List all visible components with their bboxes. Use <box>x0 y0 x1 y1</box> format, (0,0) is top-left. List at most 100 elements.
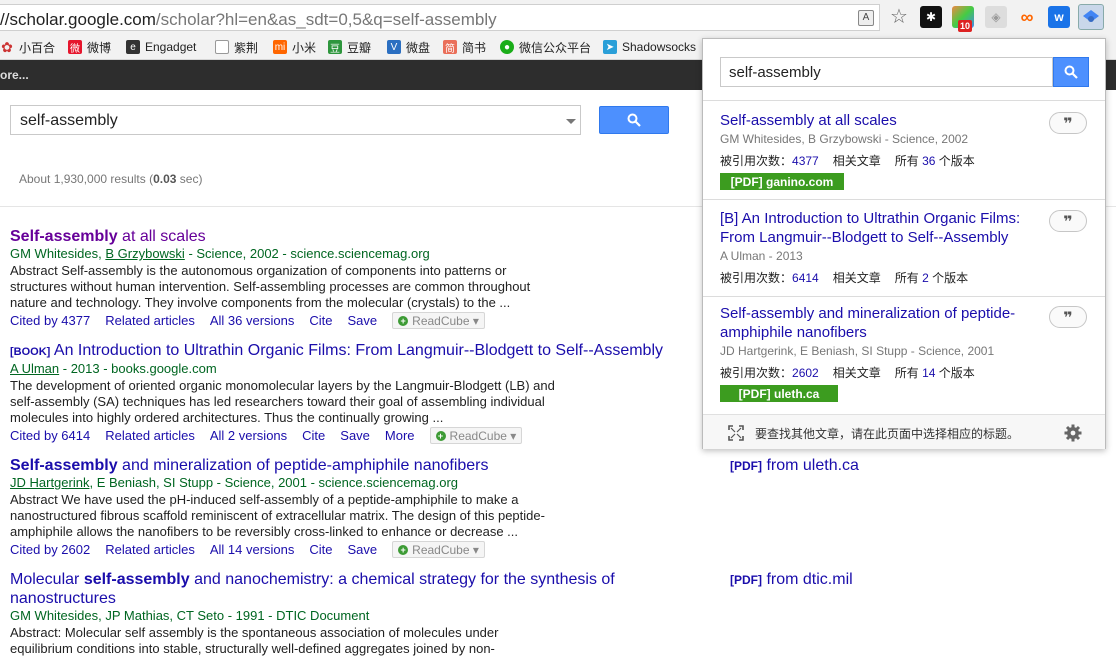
all-versions-link[interactable]: 所有 14 个版本 <box>895 366 975 380</box>
bookmark-item[interactable]: ➤ Shadowsocks <box>603 38 696 56</box>
engadget-icon: e <box>126 40 140 54</box>
result-meta: GM Whitesides, JP Mathias, CT Seto - 199… <box>10 608 370 623</box>
all-versions-link[interactable]: 所有 36 个版本 <box>895 154 975 168</box>
dropdown-arrow-icon[interactable] <box>566 119 576 124</box>
result-side-pdf-link[interactable]: [PDF] from dtic.mil <box>730 571 853 589</box>
bookmark-item[interactable]: 微微博 <box>68 38 111 56</box>
pdf-link-badge[interactable]: [PDF] ganino.com <box>720 173 844 190</box>
extension-w-icon[interactable]: w <box>1048 6 1070 28</box>
extension-black-icon[interactable]: ✱ <box>920 6 942 28</box>
result-title[interactable]: Self-assembly and mineralization of pept… <box>10 457 489 475</box>
result-side-pdf-link[interactable]: [PDF] from uleth.ca <box>730 457 859 475</box>
more-link[interactable]: More <box>385 428 415 443</box>
result-title[interactable]: Self-assembly at all scales <box>10 228 206 246</box>
jianshu-icon: 简 <box>443 40 457 55</box>
cited-by-link[interactable]: 4377 <box>792 154 819 168</box>
cite-link[interactable]: Cite <box>309 313 332 328</box>
author-link[interactable]: A Ulman <box>10 361 59 376</box>
all-versions-link[interactable]: All 14 versions <box>210 542 295 557</box>
cited-by-link[interactable]: 6414 <box>792 271 819 285</box>
results-count: About 1,930,000 results (0.03 sec) <box>19 172 203 186</box>
result-meta: GM Whitesides, B Grzybowski - Science, 2… <box>10 246 430 261</box>
result-snippet: Abstract: Molecular self assembly is the… <box>10 625 499 656</box>
expand-icon[interactable] <box>728 425 744 441</box>
popup-search-input[interactable]: self-assembly <box>720 57 1053 87</box>
wechat-icon: ● <box>500 40 514 54</box>
cite-link[interactable]: Cite <box>302 428 325 443</box>
popup-item-title[interactable]: Self-assembly and mineralization of pept… <box>720 304 1045 342</box>
related-articles-link[interactable]: Related articles <box>105 542 195 557</box>
save-link[interactable]: Save <box>348 313 378 328</box>
scholar-search-input[interactable]: self-assembly <box>10 105 581 135</box>
bookmark-item[interactable]: 豆豆瓣 <box>328 38 371 56</box>
url-host: //scholar.google.com <box>0 10 156 29</box>
author-link[interactable]: B Grzybowski <box>105 246 184 261</box>
translate-icon[interactable]: A <box>858 10 874 26</box>
page-icon <box>215 40 229 54</box>
all-versions-link[interactable]: All 2 versions <box>210 428 287 443</box>
bookmark-item[interactable]: 简简书 <box>443 38 486 56</box>
popup-item-authors: GM Whitesides, B Grzybowski - Science, 2… <box>720 132 969 146</box>
popup-item-title[interactable]: Self-assembly at all scales <box>720 111 1045 130</box>
plus-icon: + <box>435 430 446 441</box>
bookmark-item[interactable]: ● 微信公众平台 <box>500 38 591 56</box>
all-versions-link[interactable]: 所有 2 个版本 <box>895 271 968 285</box>
top-bar-more[interactable]: ore... <box>0 68 29 82</box>
popup-footer-text: 要查找其他文章，请在此页面中选择相应的标题。 <box>755 427 1020 441</box>
related-articles-link[interactable]: Related articles <box>105 313 195 328</box>
result-title-line2[interactable]: nanostructures <box>10 590 116 608</box>
result-title[interactable]: Molecular self-assembly and nanochemistr… <box>10 571 615 589</box>
bookmark-item[interactable]: e Engadget <box>126 38 196 56</box>
popup-search-button[interactable] <box>1053 57 1089 87</box>
author-link[interactable]: JD Hartgerink <box>10 475 89 490</box>
cite-quote-button[interactable]: ❞ <box>1049 306 1087 328</box>
bookmark-item[interactable]: V 微盘 <box>387 38 430 56</box>
cited-by-link[interactable]: 2602 <box>792 366 819 380</box>
extension-badge: 10 <box>958 20 973 32</box>
pdf-link-badge[interactable]: [PDF] uleth.ca <box>720 385 838 402</box>
scholar-extension-icon[interactable] <box>1078 4 1104 30</box>
popup-item-title[interactable]: [B] An Introduction to Ultrathin Organic… <box>720 209 1045 247</box>
related-articles-link[interactable]: 相关文章 <box>833 366 881 380</box>
result-links: Cited by 6414 Related articles All 2 ver… <box>10 427 523 444</box>
readcube-button[interactable]: + ReadCube ▾ <box>392 312 485 329</box>
gear-icon[interactable] <box>1064 424 1082 442</box>
extension-infinity-icon[interactable]: ∞ <box>1016 6 1038 28</box>
weipan-icon: V <box>387 40 401 54</box>
address-bar[interactable]: //scholar.google.com/scholar?hl=en&as_sd… <box>0 4 880 31</box>
result-meta: A Ulman - 2013 - books.google.com <box>10 361 217 376</box>
popup-item-authors: A Ulman - 2013 <box>720 249 803 263</box>
bookmark-item[interactable]: mi 小米 <box>273 38 316 56</box>
result-type-tag: [BOOK] <box>10 346 51 358</box>
url-path: /scholar?hl=en&as_sdt=0,5&q=self-assembl… <box>155 10 497 29</box>
save-link[interactable]: Save <box>348 542 378 557</box>
plus-icon: + <box>398 315 409 326</box>
related-articles-link[interactable]: Related articles <box>105 428 195 443</box>
divider <box>703 199 1105 200</box>
result-title[interactable]: [BOOK] An Introduction to Ultrathin Orga… <box>10 342 700 360</box>
flower-icon: ✿ <box>1 38 13 55</box>
scholar-search-button[interactable] <box>599 106 669 134</box>
related-articles-link[interactable]: 相关文章 <box>833 271 881 285</box>
readcube-button[interactable]: + ReadCube ▾ <box>392 541 485 558</box>
bookmark-item[interactable]: 紫荆 <box>215 38 258 56</box>
cited-by-link[interactable]: Cited by 6414 <box>10 428 90 443</box>
related-articles-link[interactable]: 相关文章 <box>833 154 881 168</box>
result-snippet: Abstract We have used the pH-induced sel… <box>10 492 545 539</box>
search-icon <box>627 113 641 127</box>
cite-quote-button[interactable]: ❞ <box>1049 112 1087 134</box>
cite-link[interactable]: Cite <box>309 542 332 557</box>
popup-item-links: 被引用次数：2602 相关文章 所有 14 个版本 <box>720 366 975 380</box>
result-snippet: The development of oriented organic mono… <box>10 378 555 425</box>
cited-by-link[interactable]: Cited by 4377 <box>10 313 90 328</box>
cite-quote-button[interactable]: ❞ <box>1049 210 1087 232</box>
search-icon <box>1064 65 1078 79</box>
all-versions-link[interactable]: All 36 versions <box>210 313 295 328</box>
result-meta: JD Hartgerink, E Beniash, SI Stupp - Sci… <box>10 475 459 490</box>
cited-by-link[interactable]: Cited by 2602 <box>10 542 90 557</box>
readcube-button[interactable]: + ReadCube ▾ <box>429 427 523 444</box>
extension-shield-icon[interactable]: ◈ <box>985 6 1007 28</box>
bookmark-item[interactable]: ✿ 小百合 <box>0 38 55 56</box>
save-link[interactable]: Save <box>340 428 370 443</box>
star-bookmark-icon[interactable]: ☆ <box>890 4 908 29</box>
